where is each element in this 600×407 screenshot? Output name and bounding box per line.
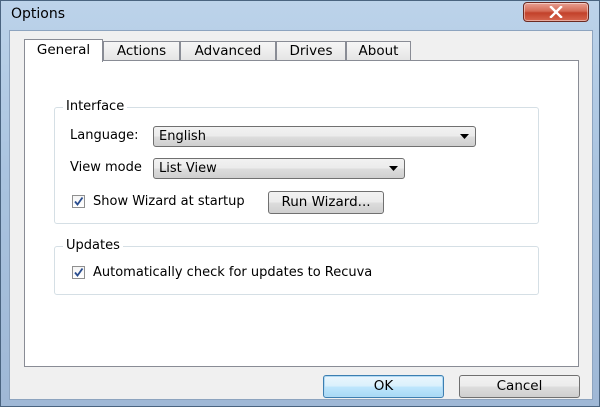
checkmark-icon — [74, 196, 84, 206]
updates-group: Updates Automatically check for updates … — [54, 238, 539, 295]
auto-update-checkbox[interactable] — [72, 266, 85, 279]
cancel-button[interactable]: Cancel — [459, 375, 580, 398]
language-label: Language: — [70, 128, 139, 143]
tab-actions[interactable]: Actions — [103, 41, 180, 61]
interface-group: Interface Language: English View mode Li… — [54, 99, 539, 224]
options-dialog: Options General Actions Advanced Drives … — [0, 0, 600, 407]
language-dropdown[interactable]: English — [153, 126, 476, 147]
title-bar[interactable]: Options — [1, 1, 599, 29]
dialog-body: General Actions Advanced Drives About In… — [9, 30, 593, 400]
view-mode-label: View mode — [70, 160, 142, 175]
run-wizard-button[interactable]: Run Wizard... — [268, 191, 384, 214]
ok-button[interactable]: OK — [323, 375, 444, 398]
updates-group-label: Updates — [63, 238, 123, 254]
language-value: English — [159, 129, 206, 144]
chevron-down-icon — [389, 166, 398, 171]
checkmark-icon — [74, 267, 84, 277]
view-mode-value: List View — [159, 161, 217, 176]
tab-general[interactable]: General — [24, 39, 103, 62]
close-button[interactable] — [523, 2, 589, 22]
auto-update-label[interactable]: Automatically check for updates to Recuv… — [93, 265, 372, 281]
window-title: Options — [11, 6, 66, 22]
tab-advanced[interactable]: Advanced — [180, 41, 276, 61]
general-tab-panel: Interface Language: English View mode Li… — [24, 60, 579, 367]
chevron-down-icon — [460, 134, 469, 139]
show-wizard-checkbox[interactable] — [72, 195, 85, 208]
show-wizard-label[interactable]: Show Wizard at startup — [93, 194, 245, 210]
interface-group-label: Interface — [63, 99, 128, 115]
view-mode-dropdown[interactable]: List View — [153, 158, 405, 179]
tab-drives[interactable]: Drives — [276, 41, 346, 61]
close-icon — [549, 6, 563, 18]
tab-about[interactable]: About — [346, 41, 411, 61]
